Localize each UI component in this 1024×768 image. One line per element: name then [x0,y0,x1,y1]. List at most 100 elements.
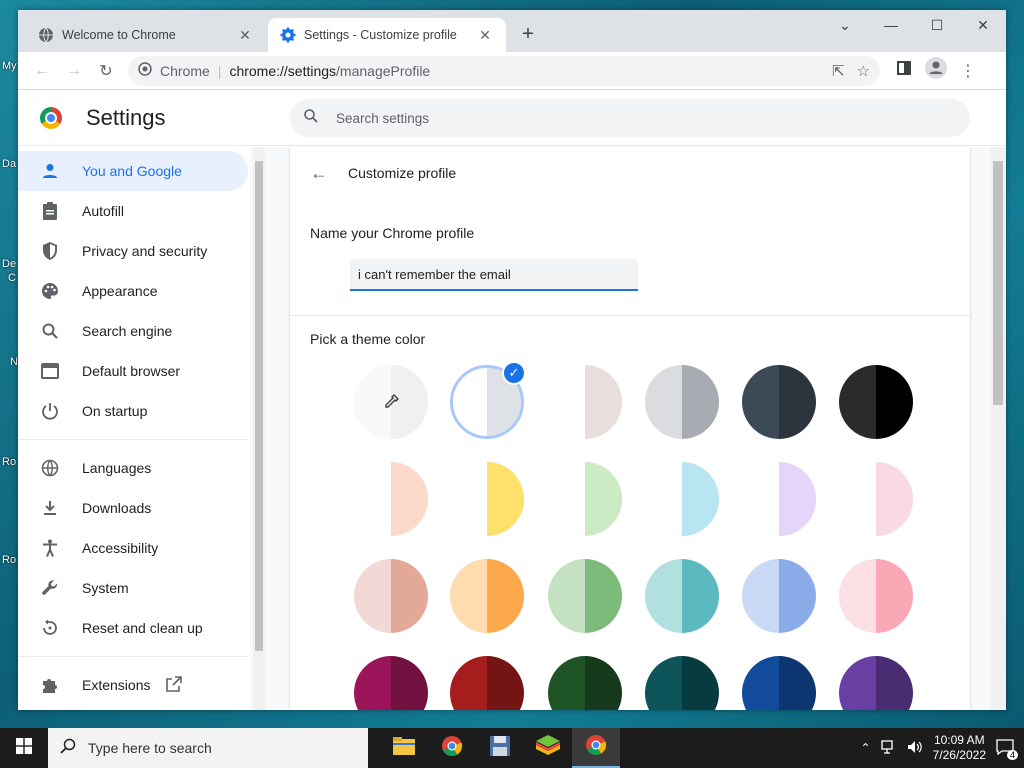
taskbar-chrome[interactable] [428,728,476,768]
desktop-label[interactable]: Ro [2,456,16,468]
sidebar-item-reset[interactable]: Reset and clean up [18,608,248,648]
menu-button[interactable]: ⋮ [952,55,984,87]
clock-time: 10:09 AM [933,733,985,747]
taskbar-search-input[interactable]: Type here to search [48,728,368,768]
sidebar-item-you-and-google[interactable]: You and Google [18,151,248,191]
theme-color-swatch[interactable] [742,559,816,633]
taskbar-app-bluestacks[interactable] [524,728,572,768]
theme-color-swatch[interactable] [742,365,816,439]
tab-strip: Welcome to Chrome ✕ Settings - Customize… [18,10,1006,52]
sidebar-item-label: Downloads [82,500,152,516]
tab-welcome[interactable]: Welcome to Chrome ✕ [26,18,266,52]
theme-color-label: Pick a theme color [310,331,426,347]
network-icon[interactable] [880,739,897,757]
close-icon[interactable]: ✕ [476,27,494,44]
divider [290,315,970,316]
search-icon [40,321,60,341]
maximize-button[interactable]: ☐ [914,10,960,40]
kebab-menu-icon: ⋮ [960,62,976,80]
theme-color-swatch[interactable] [839,462,913,536]
desktop-label[interactable]: Da [2,158,16,170]
theme-color-swatch[interactable] [839,656,913,710]
sidebar-item-extensions[interactable]: Extensions [18,665,248,705]
desktop-label[interactable]: De [2,258,16,270]
scrollbar-thumb[interactable] [255,161,263,651]
theme-color-swatch[interactable] [645,462,719,536]
arrow-left-icon: ← [34,61,50,79]
close-window-button[interactable]: ✕ [960,10,1006,40]
profile-name-input[interactable] [350,259,638,291]
side-panel-button[interactable] [888,55,920,87]
sidebar-item-on-startup[interactable]: On startup [18,391,248,431]
taskbar-app-save[interactable] [476,728,524,768]
theme-color-swatch[interactable] [450,656,524,710]
tab-settings[interactable]: Settings - Customize profile ✕ [268,18,506,52]
sidebar-item-system[interactable]: System [18,568,248,608]
theme-color-swatch[interactable] [548,656,622,710]
desktop-label[interactable]: Ro [2,554,16,566]
theme-color-swatch[interactable] [839,559,913,633]
theme-color-swatch[interactable] [354,656,428,710]
theme-color-swatch[interactable] [354,462,428,536]
share-icon[interactable]: ⇱ [832,62,845,80]
sidebar-item-default-browser[interactable]: Default browser [18,351,248,391]
profile-button[interactable] [920,55,952,87]
theme-color-swatch[interactable] [645,656,719,710]
start-button[interactable] [0,728,48,768]
star-icon[interactable]: ☆ [857,62,870,80]
desktop-label[interactable]: N [10,356,18,368]
minimize-button[interactable]: — [868,10,914,40]
sidebar-item-label: Reset and clean up [82,620,203,636]
arrow-right-icon: → [66,61,82,79]
volume-icon[interactable] [907,740,923,757]
theme-color-swatch[interactable] [548,462,622,536]
back-button[interactable]: ← [26,55,58,87]
taskbar-clock[interactable]: 10:09 AM 7/26/2022 [933,733,986,763]
desktop-label[interactable]: C [8,272,16,284]
theme-color-swatch[interactable] [548,365,622,439]
forward-button[interactable]: → [58,55,90,87]
chevron-up-icon[interactable]: ⌃ [861,741,871,755]
sidebar-scrollbar[interactable] [253,147,265,710]
sidebar-item-label: Default browser [82,363,181,379]
tab-search-button[interactable]: ⌄ [822,10,868,40]
sidebar-item-appearance[interactable]: Appearance [18,271,248,311]
toolbar: ← → ↻ Chrome | chrome://settings/manageP… [18,52,1006,90]
sidebar-item-privacy[interactable]: Privacy and security [18,231,248,271]
theme-color-swatch[interactable] [450,559,524,633]
sidebar-item-downloads[interactable]: Downloads [18,488,248,528]
theme-color-swatch[interactable] [742,656,816,710]
sidebar-item-search-engine[interactable]: Search engine [18,311,248,351]
avatar-icon [925,57,947,84]
new-tab-button[interactable]: + [516,22,540,46]
taskbar-file-explorer[interactable] [380,728,428,768]
theme-color-swatch[interactable] [354,559,428,633]
address-bar[interactable]: Chrome | chrome://settings/manageProfile… [128,55,880,86]
reload-button[interactable]: ↻ [90,55,122,87]
theme-color-swatch[interactable] [645,559,719,633]
close-icon[interactable]: ✕ [236,27,254,44]
sidebar-item-languages[interactable]: Languages [18,448,248,488]
settings-sidebar: You and Google Autofill Privacy and secu… [18,147,250,710]
theme-color-swatch[interactable] [742,462,816,536]
main-scrollbar[interactable] [990,147,1006,710]
open-external-icon [166,675,183,695]
theme-color-swatch[interactable] [450,462,524,536]
custom-color-picker[interactable] [354,365,428,439]
globe-icon [40,458,60,478]
search-settings-input[interactable]: Search settings [290,99,970,137]
power-icon [40,401,60,421]
back-arrow-icon[interactable]: ← [310,163,328,184]
notifications-icon[interactable]: 4 [996,738,1018,760]
theme-color-swatch[interactable] [645,365,719,439]
floppy-icon [489,735,511,762]
theme-color-swatch[interactable] [548,559,622,633]
url-path: /manageProfile [336,62,431,79]
scrollbar-thumb[interactable] [993,161,1003,405]
sidebar-item-autofill[interactable]: Autofill [18,191,248,231]
taskbar-chrome-active[interactable] [572,728,620,768]
selected-check-icon: ✓ [502,361,526,385]
desktop-label[interactable]: My [2,60,17,72]
sidebar-item-accessibility[interactable]: Accessibility [18,528,248,568]
theme-color-swatch[interactable] [839,365,913,439]
